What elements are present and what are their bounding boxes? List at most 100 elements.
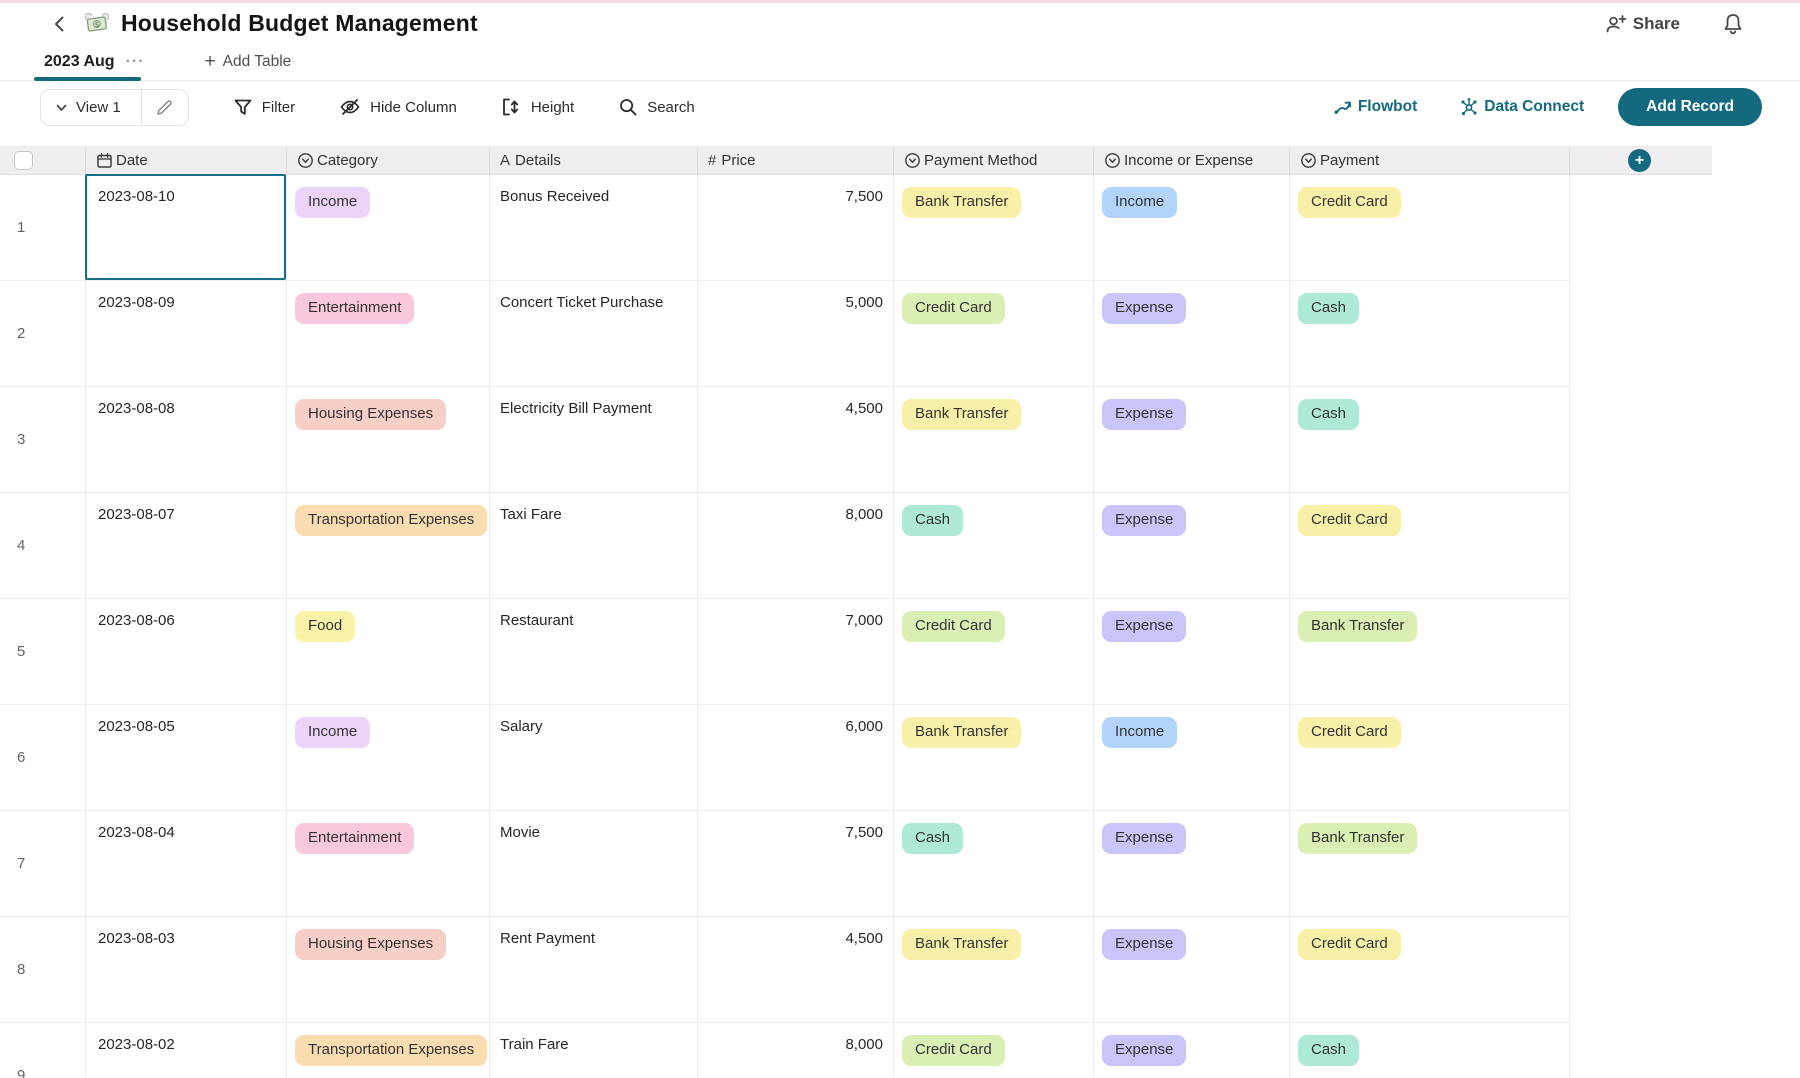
payment-method-cell[interactable]: Credit Card [894,281,1094,386]
date-cell[interactable]: 2023-08-02 [86,1023,287,1078]
payment-method-cell[interactable]: Bank Transfer [894,387,1094,492]
back-button[interactable] [50,14,70,34]
income-expense-cell[interactable]: Expense [1094,1023,1290,1078]
payment-cell[interactable]: Cash [1290,281,1570,386]
category-cell[interactable]: Housing Expenses [287,917,490,1022]
payment-cell[interactable]: Credit Card [1290,493,1570,598]
payment-cell[interactable]: Bank Transfer [1290,599,1570,704]
price-cell[interactable]: 8,000 [698,1023,894,1078]
column-header-date[interactable]: Date [86,147,287,174]
row-number[interactable]: 1 [0,175,86,280]
tab-menu-dots-icon[interactable]: ··· [126,53,145,71]
title-bar: $ Household Budget Management Share [0,3,1800,44]
date-cell[interactable]: 2023-08-09 [86,281,287,386]
income-expense-cell[interactable]: Expense [1094,493,1290,598]
details-cell[interactable]: Train Fare [490,1023,698,1078]
column-header-price[interactable]: # Price [698,147,894,174]
date-cell[interactable]: 2023-08-08 [86,387,287,492]
category-cell[interactable]: Transportation Expenses [287,1023,490,1078]
category-cell[interactable]: Income [287,175,490,280]
add-record-button[interactable]: Add Record [1618,88,1762,126]
column-header-details[interactable]: A Details [490,147,698,174]
row-number[interactable]: 5 [0,599,86,704]
date-cell[interactable]: 2023-08-06 [86,599,287,704]
price-cell[interactable]: 7,500 [698,811,894,916]
row-number[interactable]: 7 [0,811,86,916]
payment-method-cell[interactable]: Credit Card [894,599,1094,704]
payment-cell[interactable]: Bank Transfer [1290,811,1570,916]
column-header-category[interactable]: Category [287,147,490,174]
row-number[interactable]: 9 [0,1023,86,1078]
row-number[interactable]: 2 [0,281,86,386]
price-cell[interactable]: 7,000 [698,599,894,704]
category-cell[interactable]: Transportation Expenses [287,493,490,598]
date-cell[interactable]: 2023-08-10 [86,175,287,280]
add-table-button[interactable]: + Add Table [205,51,292,73]
income-expense-cell[interactable]: Expense [1094,917,1290,1022]
date-cell[interactable]: 2023-08-05 [86,705,287,810]
price-cell[interactable]: 6,000 [698,705,894,810]
details-cell[interactable]: Concert Ticket Purchase [490,281,698,386]
column-header-income-or-expense[interactable]: Income or Expense [1094,147,1290,174]
category-cell[interactable]: Entertainment [287,811,490,916]
column-label: Price [721,152,755,169]
category-cell[interactable]: Income [287,705,490,810]
price-cell[interactable]: 4,500 [698,917,894,1022]
row-number[interactable]: 8 [0,917,86,1022]
details-cell[interactable]: Movie [490,811,698,916]
tab-2023-aug[interactable]: 2023 Aug ··· [44,44,145,80]
row-height-button[interactable]: Height [501,97,574,117]
price-cell[interactable]: 5,000 [698,281,894,386]
details-cell[interactable]: Restaurant [490,599,698,704]
flowbot-button[interactable]: Flowbot [1333,98,1417,116]
view-selector[interactable]: View 1 [41,90,141,125]
payment-method-cell[interactable]: Bank Transfer [894,705,1094,810]
category-cell[interactable]: Food [287,599,490,704]
income-expense-cell[interactable]: Expense [1094,811,1290,916]
edit-view-button[interactable] [142,90,188,125]
details-cell[interactable]: Bonus Received [490,175,698,280]
select-all-checkbox[interactable] [14,151,33,170]
category-pill: Transportation Expenses [295,505,487,536]
payment-method-cell[interactable]: Credit Card [894,1023,1094,1078]
payment-cell[interactable]: Cash [1290,1023,1570,1078]
payment-cell[interactable]: Cash [1290,387,1570,492]
search-button[interactable]: Search [618,97,695,117]
column-header-payment-method[interactable]: Payment Method [894,147,1094,174]
payment-cell[interactable]: Credit Card [1290,917,1570,1022]
price-cell[interactable]: 7,500 [698,175,894,280]
category-cell[interactable]: Entertainment [287,281,490,386]
column-header-payment[interactable]: Payment [1290,147,1570,174]
calendar-icon [96,152,113,169]
category-cell[interactable]: Housing Expenses [287,387,490,492]
price-cell[interactable]: 4,500 [698,387,894,492]
income-expense-cell[interactable]: Income [1094,175,1290,280]
price-cell[interactable]: 8,000 [698,493,894,598]
share-button[interactable]: Share [1605,14,1680,34]
date-cell[interactable]: 2023-08-07 [86,493,287,598]
details-cell[interactable]: Rent Payment [490,917,698,1022]
payment-cell[interactable]: Credit Card [1290,175,1570,280]
row-number[interactable]: 4 [0,493,86,598]
payment-method-cell[interactable]: Cash [894,811,1094,916]
data-connect-button[interactable]: Data Connect [1459,97,1584,117]
income-expense-cell[interactable]: Expense [1094,281,1290,386]
income-expense-cell[interactable]: Income [1094,705,1290,810]
add-column-button[interactable]: + [1628,149,1651,172]
income-expense-cell[interactable]: Expense [1094,387,1290,492]
hide-column-button[interactable]: Hide Column [339,97,457,117]
row-number[interactable]: 6 [0,705,86,810]
date-cell[interactable]: 2023-08-04 [86,811,287,916]
payment-method-cell[interactable]: Cash [894,493,1094,598]
income-expense-cell[interactable]: Expense [1094,599,1290,704]
details-cell[interactable]: Electricity Bill Payment [490,387,698,492]
details-cell[interactable]: Taxi Fare [490,493,698,598]
details-cell[interactable]: Salary [490,705,698,810]
row-number[interactable]: 3 [0,387,86,492]
payment-method-cell[interactable]: Bank Transfer [894,175,1094,280]
filter-button[interactable]: Filter [233,97,295,117]
notifications-button[interactable] [1722,12,1744,36]
date-cell[interactable]: 2023-08-03 [86,917,287,1022]
payment-cell[interactable]: Credit Card [1290,705,1570,810]
payment-method-cell[interactable]: Bank Transfer [894,917,1094,1022]
